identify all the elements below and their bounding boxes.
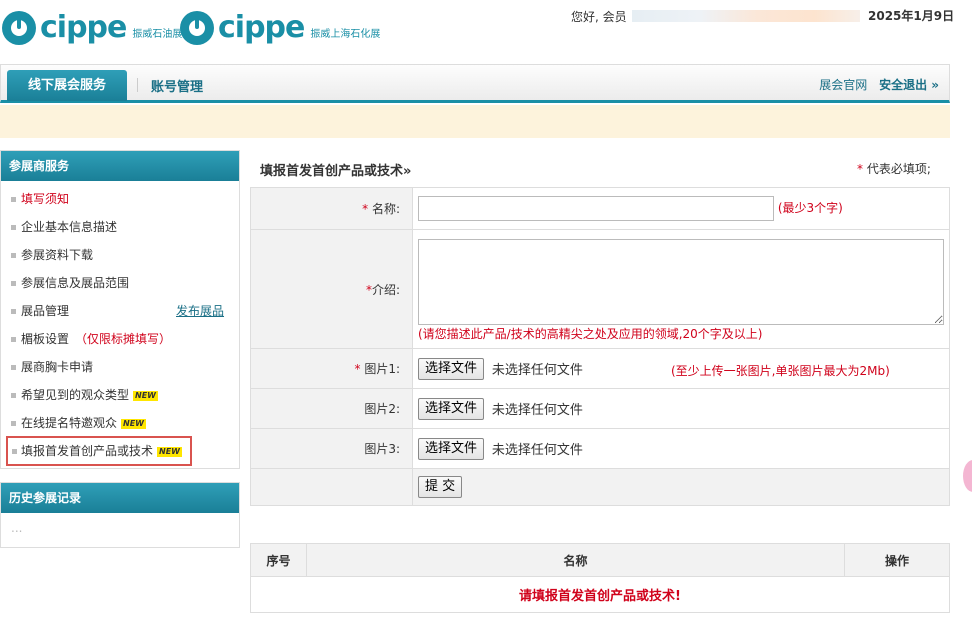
sidebar-item-label: 希望见到的观众类型	[21, 388, 130, 402]
new-badge: NEW	[157, 446, 182, 457]
fascia-hint: （仅限标摊填写）	[75, 332, 172, 346]
sidebar-menu: 填写须知 企业基本信息描述 参展资料下载 参展信息及展品范围 展品管理 发布展品…	[1, 181, 239, 469]
exhibitor-services-panel: 参展商服务 填写须知 企业基本信息描述 参展资料下载 参展信息及展品范围 展品管…	[0, 150, 240, 469]
logout-link[interactable]: 安全退出 »	[879, 78, 939, 92]
sidebar-item-label: 参展信息及展品范围	[21, 276, 130, 290]
page-title: 填报首发首创产品或技术»	[260, 164, 412, 179]
image1-file-status: 未选择任何文件	[491, 363, 583, 378]
name-label-cell: * 名称:	[250, 187, 413, 230]
main-nav: 线下展会服务 账号管理 展会官网 安全退出 »	[0, 64, 950, 103]
sidebar-item-notice[interactable]: 填写须知	[1, 185, 239, 213]
required-star: *	[362, 202, 369, 216]
submit-button[interactable]: 提 交	[418, 476, 463, 498]
cippe-logo: cippe 振威石油展	[2, 10, 182, 45]
sidebar-item-label: 填报首发首创产品或技术	[21, 444, 154, 458]
image1-value-cell: 选择文件 未选择任何文件 (至少上传一张图片,单张图片最大为2Mb)	[412, 348, 950, 389]
required-note: * 代表必填项;	[857, 160, 931, 177]
history-title: 历史参展记录	[1, 483, 239, 513]
intro-label-cell: *介绍:	[250, 229, 413, 349]
sidebar-item-exhibit-scope[interactable]: 参展信息及展品范围	[1, 269, 239, 297]
publish-exhibit-link[interactable]: 发布展品	[176, 297, 224, 325]
image3-choose-file-button[interactable]: 选择文件	[418, 437, 485, 460]
image3-label-cell: 图片3:	[250, 428, 413, 469]
name-hint: (最少3个字)	[777, 201, 843, 215]
sidebar-item-exhibit-management[interactable]: 展品管理 发布展品	[1, 297, 239, 325]
intro-label: 介绍:	[371, 282, 400, 297]
sidebar-item-label: 参展资料下载	[21, 248, 94, 262]
required-note-text: 代表必填项;	[866, 162, 931, 176]
tab-offline-services[interactable]: 线下展会服务	[7, 70, 127, 101]
floating-widget[interactable]	[963, 460, 972, 492]
logo-mark-icon	[180, 10, 214, 45]
nav-right-links: 展会官网 安全退出 »	[811, 76, 939, 93]
logo-subtitle: 振威石油展	[132, 29, 183, 40]
intro-textarea[interactable]	[418, 238, 944, 325]
image2-choose-file-button[interactable]: 选择文件	[418, 397, 485, 420]
image-hint: (至少上传一张图片,单张图片最大为2Mb)	[671, 364, 890, 378]
sidebar-item-nominate-visitors[interactable]: 在线提名特邀观众 NEW	[1, 409, 239, 437]
image2-value-cell: 选择文件 未选择任何文件	[412, 388, 950, 429]
current-date: 2025年1月9日	[868, 9, 955, 23]
member-greeting: 您好, 会员	[571, 10, 627, 24]
logo-mark-icon	[2, 10, 36, 45]
name-label: 名称:	[371, 202, 400, 216]
sidebar-item-label: 展商胸卡申请	[21, 360, 94, 374]
logo-word: cippe	[40, 10, 127, 45]
product-form: * 名称: (最少3个字) *介绍: (请您描述此产品/技术的高精尖之处及应用的…	[250, 187, 950, 506]
nav-divider	[137, 78, 138, 92]
sidebar-item-label: 企业基本信息描述	[21, 220, 118, 234]
image1-label: 图片1:	[364, 362, 400, 376]
tab-account-management[interactable]: 账号管理	[151, 76, 203, 95]
sidebar-item-badge-application[interactable]: 展商胸卡申请	[1, 353, 239, 381]
history-panel: 历史参展记录 ...	[0, 482, 240, 548]
image3-file-status: 未选择任何文件	[491, 443, 583, 458]
official-site-link[interactable]: 展会官网	[819, 78, 867, 92]
sidebar-item-label: 楣板设置	[21, 332, 70, 346]
sidebar-title: 参展商服务	[1, 151, 239, 181]
name-value-cell: (最少3个字)	[412, 187, 950, 230]
intro-hint: (请您描述此产品/技术的高精尖之处及应用的领域,20个字及以上)	[418, 326, 763, 341]
sidebar-item-downloads[interactable]: 参展资料下载	[1, 241, 239, 269]
image1-label-cell: * 图片1:	[250, 348, 413, 389]
sidebar-item-company-info[interactable]: 企业基本信息描述	[1, 213, 239, 241]
image1-choose-file-button[interactable]: 选择文件	[418, 357, 485, 380]
submit-cell: 提 交	[412, 468, 950, 506]
new-badge: NEW	[133, 390, 158, 401]
history-empty: ...	[11, 521, 23, 535]
sidebar-item-label: 展品管理	[21, 304, 70, 318]
sidebar-item-fascia[interactable]: 楣板设置 （仅限标摊填写）	[1, 325, 239, 353]
name-input[interactable]	[418, 196, 774, 221]
intro-value-cell: (请您描述此产品/技术的高精尖之处及应用的领域,20个字及以上)	[412, 229, 950, 349]
submissions-table: 序号 名称 操作 请填报首发首创产品或技术!	[250, 543, 950, 613]
cippe-shanghai-logo: cippe 振威上海石化展	[180, 10, 380, 45]
sidebar-item-label: 填写须知	[21, 192, 70, 206]
logo-word: cippe	[218, 10, 305, 45]
image2-label: 图片2:	[364, 402, 400, 416]
notice-bar	[0, 105, 950, 138]
new-badge: NEW	[121, 418, 146, 429]
masked-member-name	[632, 10, 860, 22]
image2-label-cell: 图片2:	[250, 388, 413, 429]
submit-label-cell	[250, 468, 413, 506]
empty-list-message: 请填报首发首创产品或技术!	[250, 576, 950, 613]
sidebar-item-label: 在线提名特邀观众	[21, 416, 118, 430]
image3-label: 图片3:	[364, 442, 400, 456]
image2-file-status: 未选择任何文件	[491, 403, 583, 418]
sidebar-item-first-products[interactable]: 填报首发首创产品或技术 NEW	[6, 436, 192, 466]
col-index-header: 序号	[250, 543, 307, 577]
col-action-header: 操作	[844, 543, 950, 577]
required-star: *	[857, 162, 863, 176]
required-star: *	[354, 362, 361, 376]
sidebar-item-audience-type[interactable]: 希望见到的观众类型 NEW	[1, 381, 239, 409]
image3-value-cell: 选择文件 未选择任何文件	[412, 428, 950, 469]
col-name-header: 名称	[306, 543, 845, 577]
logo-subtitle: 振威上海石化展	[310, 29, 381, 40]
